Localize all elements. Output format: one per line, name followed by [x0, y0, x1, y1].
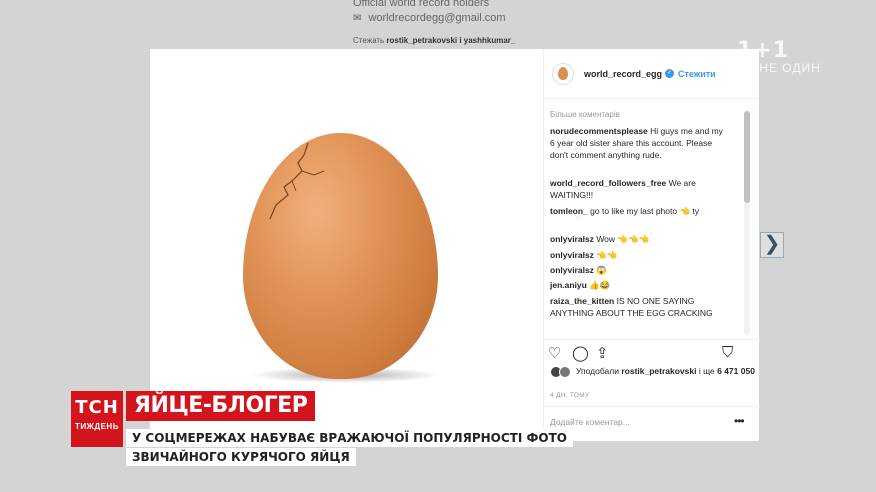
load-more-comments[interactable]: Більше коментарів [550, 110, 620, 119]
comment-user[interactable]: raiza_the_kitten [550, 296, 614, 306]
comment-like-icon[interactable]: ♡ [574, 249, 582, 260]
more-options-icon[interactable]: ••• [734, 414, 745, 428]
avatar[interactable] [552, 62, 574, 85]
egg-crack [269, 142, 325, 220]
liker-avatars [550, 365, 572, 379]
comment-like-icon[interactable]: ♡ [574, 296, 582, 307]
avatar-egg-icon [558, 67, 568, 80]
profile-bio: Official world record holders [353, 0, 490, 9]
comment-like-icon[interactable]: ♡ [574, 264, 582, 275]
likes-user[interactable]: rostik_petrakovski [621, 366, 696, 376]
follow-button[interactable]: Стежити [678, 69, 716, 79]
news-subtitle-2: ЗВИЧАЙНОГО КУРЯЧОГО ЯЙЦЯ [126, 448, 356, 466]
comment-text: Wow 👈👈👈 [596, 234, 650, 244]
verified-icon: ✓ [665, 69, 675, 78]
followed-by-line: Стежать rostik_petrakovski і yashhkumar_ [353, 36, 515, 45]
post-timestamp[interactable]: 4 ДН. ТОМУ [550, 392, 589, 399]
comment-user[interactable]: onlyviralsz [550, 250, 594, 260]
comment-like-icon[interactable]: ♡ [574, 145, 582, 156]
profile-email[interactable]: ✉ worldrecordegg@gmail.com [353, 12, 506, 24]
comment-text: go to like my last photo 👈 ty [590, 206, 700, 216]
likes-text: Уподобали rostik_petrakovski і ще 6 471 … [576, 365, 755, 377]
comment-like-icon[interactable]: ♡ [574, 233, 582, 244]
comments-scrollbar[interactable] [744, 111, 750, 335]
comment-input[interactable] [550, 417, 720, 427]
tsn-logo-sub: ТИЖДЕНЬ [75, 422, 119, 431]
scrollbar-thumb[interactable] [744, 111, 750, 203]
news-subtitle-1: У СОЦМЕРЕЖАХ НАБУВАЄ ВРАЖАЮЧОЇ ПОПУЛЯРНО… [126, 429, 573, 447]
like-icon[interactable]: ♡ [548, 344, 561, 362]
post-sidebar: world_record_egg ✓ Стежити Більше комент… [543, 49, 760, 441]
comment-user[interactable]: world_record_followers_free [550, 178, 666, 188]
followed-by-label: Стежать [353, 36, 385, 45]
comment-icon[interactable]: ◯ [572, 344, 589, 362]
likes-count[interactable]: 6 471 050 [717, 366, 755, 376]
add-comment-bar: ••• [544, 406, 760, 441]
post-username[interactable]: world_record_egg [584, 69, 662, 79]
post-header: world_record_egg ✓ Стежити [544, 49, 759, 99]
avatar[interactable] [559, 366, 571, 378]
comment-like-icon[interactable]: ♡ [574, 183, 582, 194]
comment-user[interactable]: tomleon_ [550, 206, 588, 216]
likes-middle: і ще [698, 366, 715, 376]
comment-user[interactable]: onlyviralsz [550, 265, 594, 275]
tsn-logo-text: ТСН [75, 397, 119, 418]
save-icon[interactable]: ⛉ [722, 344, 733, 361]
comment-user[interactable]: onlyviralsz [550, 234, 594, 244]
followed-by-names[interactable]: rostik_petrakovski і yashhkumar_ [386, 36, 515, 45]
profile-email-text: worldrecordegg@gmail.com [368, 12, 506, 24]
comment-like-icon[interactable]: ♡ [574, 280, 582, 291]
comment-text: 😱 [596, 265, 607, 275]
comment-like-icon[interactable]: ♡ [574, 211, 582, 222]
next-post-button[interactable]: ❯ [760, 232, 784, 258]
likes-prefix: Уподобали [576, 366, 619, 376]
comment-text: 👈👈 [596, 250, 618, 260]
post-photo[interactable] [150, 49, 543, 441]
post-actions: ♡ ◯ ⇪ ⛉ [544, 339, 760, 365]
news-headline: ЯЙЦЕ-БЛОГЕР [126, 391, 316, 421]
email-icon: ✉ [353, 13, 362, 24]
post-modal: world_record_egg ✓ Стежити Більше комент… [150, 49, 760, 441]
share-icon[interactable]: ⇪ [596, 344, 609, 362]
likes-summary: Уподобали rostik_petrakovski і ще 6 471 … [550, 365, 755, 379]
comment-user[interactable]: norudecommentsplease [550, 126, 648, 136]
comment-text: 👍😂 [589, 280, 611, 290]
tsn-logo: ТСН ТИЖДЕНЬ [71, 391, 123, 447]
